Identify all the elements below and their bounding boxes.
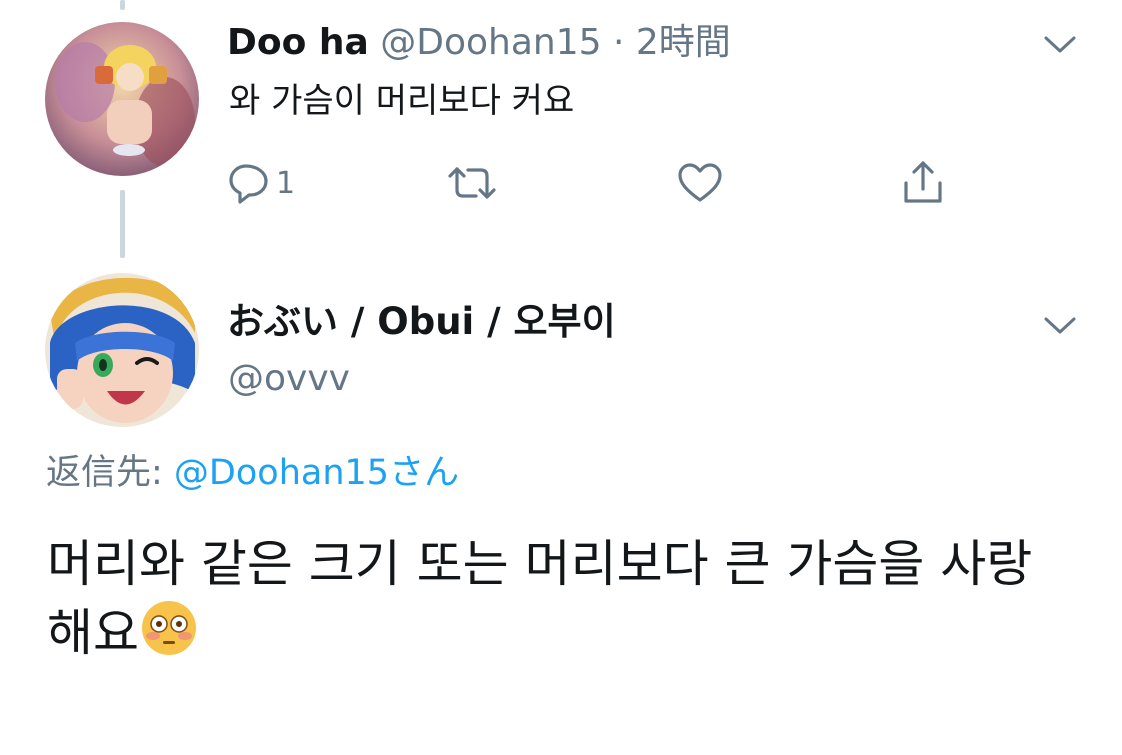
- reply-count: 1: [276, 165, 296, 201]
- display-name[interactable]: おぶい / Obui / 오부이: [227, 298, 616, 346]
- heart-icon: [678, 163, 722, 202]
- tweet-actions: 1: [226, 156, 956, 210]
- tweet-text: 와 가슴이 머리보다 커요: [229, 81, 575, 121]
- flushed-face-emoji: [139, 598, 199, 658]
- user-handle[interactable]: @ovvv: [228, 356, 350, 402]
- avatar[interactable]: [45, 22, 199, 176]
- display-name[interactable]: Doo ha: [227, 22, 369, 63]
- tweet-header: Doo ha @Doohan15 · 2時間: [227, 20, 731, 66]
- anime-avatar-icon: [45, 273, 199, 427]
- like-button[interactable]: [676, 156, 724, 210]
- timestamp[interactable]: 2時間: [636, 22, 731, 63]
- chevron-down-icon[interactable]: [1038, 22, 1082, 66]
- reply-mention-link[interactable]: @Doohan15さん: [174, 453, 459, 493]
- thread-line-bottom: [120, 190, 125, 258]
- retweet-button[interactable]: [446, 156, 498, 210]
- chevron-down-icon[interactable]: [1038, 303, 1082, 347]
- reply-button[interactable]: 1: [226, 156, 295, 210]
- reply-icon: [229, 164, 268, 204]
- tweet-text-container: 머리와 같은 크기 또는 머리보다 큰 가슴을 사랑 해요: [47, 530, 1087, 667]
- retweet-icon: [448, 167, 496, 199]
- share-icon: [904, 161, 942, 203]
- anime-avatar-icon: [45, 22, 199, 176]
- user-handle[interactable]: @Doohan15: [380, 22, 601, 63]
- avatar[interactable]: [45, 273, 199, 427]
- reply-context: 返信先: @Doohan15さん: [46, 449, 459, 497]
- mention-handle[interactable]: @Doohan15: [174, 453, 389, 493]
- separator-dot: ·: [613, 22, 625, 63]
- thread-line-top: [120, 0, 125, 10]
- reply-prefix: 返信先:: [46, 453, 174, 493]
- share-button[interactable]: [900, 156, 946, 210]
- mention-suffix[interactable]: さん: [389, 453, 459, 493]
